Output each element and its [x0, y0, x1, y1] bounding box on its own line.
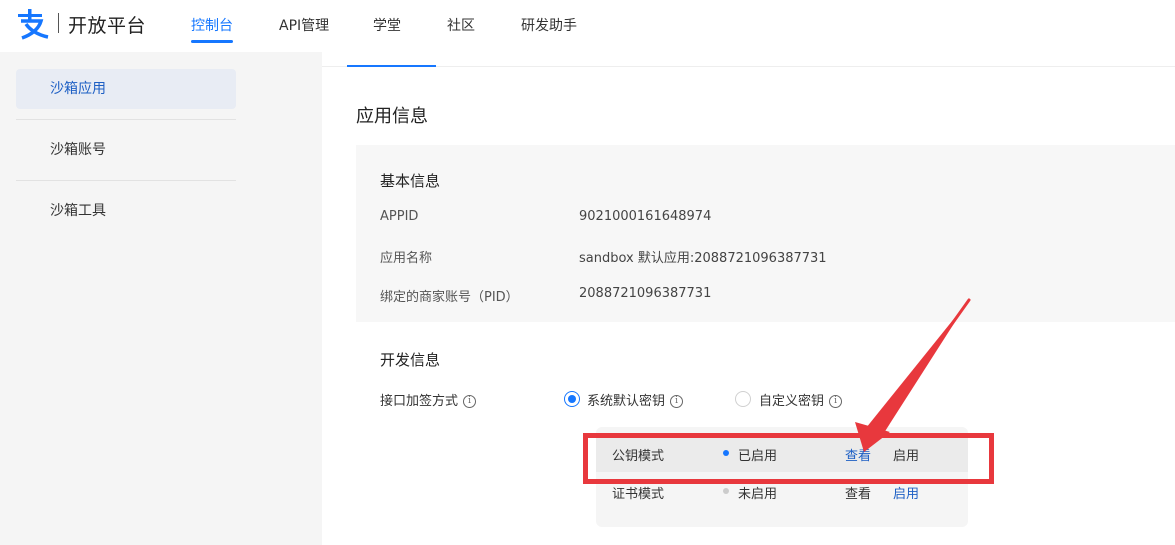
view-certificate-link[interactable]: 查看	[845, 483, 871, 502]
sidebar-item-sandbox-account[interactable]: 沙箱账号	[16, 130, 236, 170]
info-icon[interactable]: i	[670, 395, 684, 408]
status-dot-disabled	[723, 488, 729, 494]
enable-certificate-button[interactable]: 启用	[893, 483, 919, 502]
radio-default-key-label[interactable]: 系统默认密钥 i	[587, 390, 684, 409]
mode-name: 证书模式	[612, 487, 665, 502]
nav-item-community[interactable]: 社区	[447, 15, 475, 35]
app-name-label: 应用名称	[380, 251, 433, 266]
nav-item-dev-assistant[interactable]: 研发助手	[521, 15, 577, 35]
sidebar-divider	[16, 180, 236, 181]
pid-value: 2088721096387731	[579, 286, 712, 301]
top-navbar: 开放平台 控制台 API管理 学堂 社区 研发助手	[0, 0, 1175, 52]
sidebar-item-sandbox-app[interactable]: 沙箱应用	[16, 69, 236, 109]
nav-active-indicator	[191, 40, 233, 43]
logo-divider	[58, 13, 59, 33]
sidebar-divider	[16, 119, 236, 120]
appid-value: 9021000161648974	[579, 209, 712, 224]
info-icon[interactable]: i	[829, 395, 843, 408]
sign-method-text: 接口加签方式	[380, 394, 459, 409]
sidebar: 沙箱应用 沙箱账号 沙箱工具	[0, 52, 252, 545]
nav-item-console[interactable]: 控制台	[191, 15, 233, 35]
pid-label: 绑定的商家账号（PID）	[380, 290, 519, 305]
app-name-value: sandbox 默认应用:2088721096387731	[579, 251, 827, 266]
basic-info-title: 基本信息	[380, 172, 441, 190]
appid-label: APPID	[380, 209, 419, 224]
info-icon[interactable]: i	[463, 395, 477, 408]
brand-title[interactable]: 开放平台	[68, 11, 146, 38]
basic-info-panel: 基本信息 APPID 9021000161648974 应用名称 sandbox…	[356, 145, 1175, 322]
sidebar-item-sandbox-tools[interactable]: 沙箱工具	[16, 191, 236, 231]
annotation-highlight-box	[583, 433, 994, 484]
nav-item-academy[interactable]: 学堂	[373, 15, 401, 35]
sign-method-label: 接口加签方式 i	[380, 390, 477, 409]
radio-custom-key-label[interactable]: 自定义密钥 i	[759, 390, 843, 409]
radio-default-key-text[interactable]: 系统默认密钥	[587, 394, 665, 409]
tab-active-indicator[interactable]	[347, 65, 436, 67]
page-title: 应用信息	[356, 106, 428, 127]
mode-status: 未启用	[738, 487, 778, 502]
radio-custom-key[interactable]	[735, 391, 751, 407]
nav-item-api[interactable]: API管理	[279, 15, 329, 35]
alipay-logo-icon[interactable]	[14, 8, 50, 40]
radio-default-key[interactable]	[564, 391, 580, 407]
radio-custom-key-text[interactable]: 自定义密钥	[759, 394, 824, 409]
tab-bar-line	[322, 66, 1175, 67]
dev-info-title: 开发信息	[380, 351, 441, 369]
